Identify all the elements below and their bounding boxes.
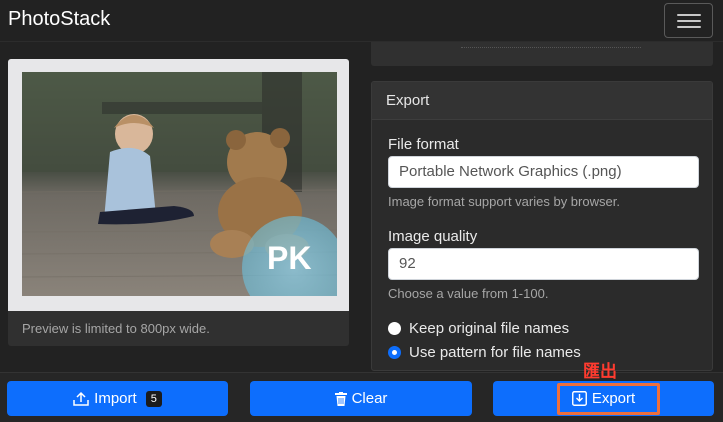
image-quality-input[interactable]: 92 xyxy=(388,248,699,280)
keep-names-radio-row[interactable]: Keep original file names xyxy=(388,319,569,337)
export-header: Export xyxy=(372,82,712,120)
file-format-help: Image format support varies by browser. xyxy=(388,194,620,209)
preview-frame: PK xyxy=(8,59,349,311)
preview-caption: Preview is limited to 800px wide. xyxy=(22,321,210,336)
brand-title[interactable]: PhotoStack xyxy=(8,8,110,31)
truncated-text xyxy=(461,42,641,48)
trash-icon xyxy=(334,391,347,406)
pattern-names-label[interactable]: Use pattern for file names xyxy=(409,344,581,361)
pattern-names-radio[interactable] xyxy=(388,345,401,359)
navbar: PhotoStack xyxy=(0,0,723,42)
export-title: Export xyxy=(386,92,430,109)
settings-panel-partial xyxy=(371,42,713,66)
export-annotation: 匯出 xyxy=(583,362,617,381)
watermark-text: PK xyxy=(267,240,312,276)
clear-label: Clear xyxy=(351,390,388,407)
menu-toggle-button[interactable] xyxy=(664,3,713,38)
export-label: Export xyxy=(591,390,636,407)
hamburger-icon-bar xyxy=(677,20,701,22)
import-count-badge: 5 xyxy=(145,390,162,407)
image-quality-label: Image quality xyxy=(388,228,478,245)
export-card: Export File format Portable Network Grap… xyxy=(371,81,713,371)
image-quality-help: Choose a value from 1-100. xyxy=(388,286,549,301)
hamburger-icon-bar xyxy=(677,26,701,28)
clear-button[interactable]: Clear xyxy=(250,381,472,416)
export-button[interactable]: Export xyxy=(493,381,714,416)
download-icon xyxy=(571,391,587,406)
preview-card: PK Preview is limited to 800px wide. xyxy=(8,59,349,346)
import-label: Import xyxy=(94,390,137,407)
file-format-select[interactable]: Portable Network Graphics (.png) xyxy=(388,156,699,188)
upload-icon xyxy=(73,391,89,406)
preview-image: PK xyxy=(22,72,337,296)
hamburger-icon xyxy=(677,14,701,16)
file-format-label: File format xyxy=(388,136,459,153)
keep-names-radio[interactable] xyxy=(388,321,401,335)
import-button[interactable]: Import 5 xyxy=(7,381,228,416)
keep-names-label[interactable]: Keep original file names xyxy=(409,320,569,337)
pattern-names-radio-row[interactable]: Use pattern for file names xyxy=(388,343,581,361)
